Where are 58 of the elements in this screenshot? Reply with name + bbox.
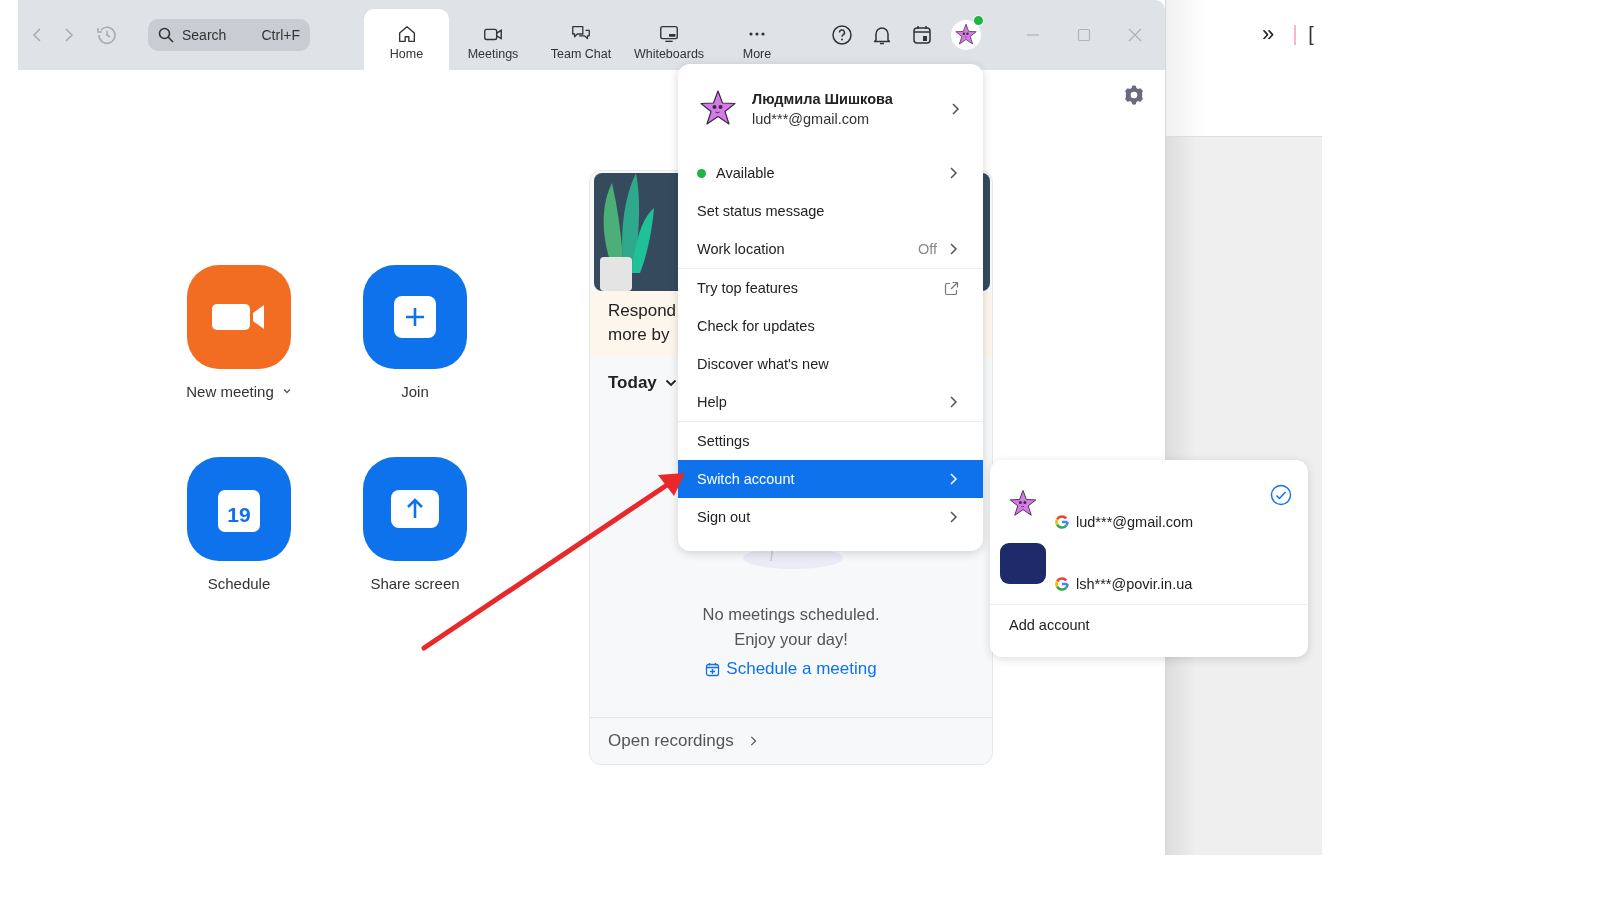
status-dot xyxy=(973,15,984,26)
settings-icon[interactable] xyxy=(1123,84,1145,106)
schedule-button[interactable]: 19 xyxy=(187,457,291,561)
status-dot xyxy=(697,168,706,178)
schedule-meeting-link[interactable]: Schedule a meeting xyxy=(705,659,877,679)
caret-icon[interactable] xyxy=(281,388,292,395)
plus-icon xyxy=(394,296,436,338)
help-icon[interactable] xyxy=(831,24,853,46)
new-meeting-button[interactable] xyxy=(187,265,291,369)
avatar xyxy=(1000,542,1046,584)
overflow-chevron[interactable]: » xyxy=(1262,22,1275,46)
menu-item[interactable]: Settings xyxy=(678,422,983,460)
google-icon xyxy=(1054,576,1070,592)
nav-tab[interactable]: Meetings xyxy=(449,9,537,70)
share-button[interactable] xyxy=(363,457,467,561)
banner-text: Respond xyxy=(608,300,677,322)
menu-item[interactable]: Check for updates xyxy=(678,307,983,345)
action-label: Share screen xyxy=(370,575,460,592)
bell-icon[interactable] xyxy=(871,24,893,46)
bracket-text: [ xyxy=(1308,22,1314,46)
google-icon xyxy=(1054,514,1070,530)
action-label: Schedule xyxy=(207,575,271,592)
menu-item[interactable]: Sign out xyxy=(678,498,983,536)
user-name: Людмила Шишкова xyxy=(752,91,894,107)
nav-tab[interactable]: Team Chat xyxy=(537,9,625,70)
empty-state-text: Enjoy your day! xyxy=(734,630,848,649)
avatar[interactable] xyxy=(951,20,981,50)
menu-item[interactable]: Switch account xyxy=(678,460,983,498)
menu-item[interactable]: Available xyxy=(678,154,983,192)
more-icon xyxy=(749,31,765,36)
calendar-icon[interactable] xyxy=(911,24,933,46)
calendar-icon: 19 xyxy=(218,490,260,532)
nav-tab[interactable]: Home xyxy=(364,9,449,70)
star-avatar-icon xyxy=(954,23,978,47)
item-value: Off xyxy=(917,241,937,257)
add-account-item[interactable]: Add account xyxy=(990,605,1308,645)
menu-item[interactable]: Try top features xyxy=(678,269,983,307)
shortcut-hint: Ctrl+F xyxy=(261,27,300,43)
empty-state-text: No meetings scheduled. xyxy=(702,605,880,624)
chevron-right-icon xyxy=(949,102,961,116)
banner-text: more by xyxy=(608,324,670,346)
account-item[interactable]: lud***@gmail.com xyxy=(990,476,1308,532)
join-button[interactable] xyxy=(363,265,467,369)
search-field[interactable]: Search Ctrl+F xyxy=(148,19,310,51)
action-label: New meeting xyxy=(186,383,274,400)
action-label: Join xyxy=(401,383,429,400)
chevron-down-icon xyxy=(664,379,677,387)
star-avatar-icon xyxy=(1008,489,1038,519)
search-icon xyxy=(158,27,174,43)
account-item[interactable]: lsh***@povir.in.ua xyxy=(990,532,1308,602)
account-email: lsh***@povir.in.ua xyxy=(1076,576,1193,592)
menu-item[interactable]: Work location Off xyxy=(678,230,983,268)
open-recordings-link[interactable]: Open recordings xyxy=(590,717,992,764)
calendar-plus-icon xyxy=(705,661,721,677)
video-camera-icon xyxy=(212,302,266,332)
user-email: lud***@gmail.com xyxy=(752,111,871,127)
menu-item[interactable]: Set status message xyxy=(678,192,983,230)
account-email: lud***@gmail.com xyxy=(1076,514,1194,530)
